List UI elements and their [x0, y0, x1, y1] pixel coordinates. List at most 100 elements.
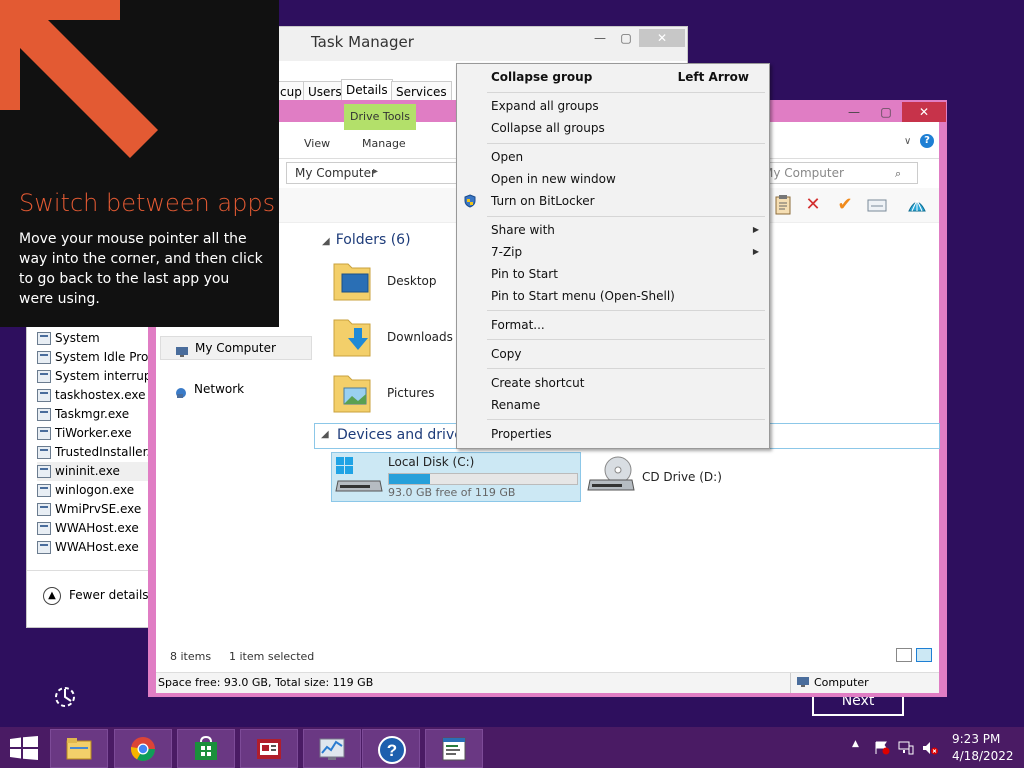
menu-separator [487, 143, 765, 144]
computer-icon [175, 343, 189, 357]
clipboard-icon[interactable] [772, 194, 794, 216]
mail-icon[interactable] [866, 194, 888, 216]
store-icon [195, 735, 217, 760]
process-icon [37, 522, 51, 535]
close-button[interactable]: ✕ [639, 29, 685, 47]
shortcut-label: Left Arrow [677, 70, 749, 84]
menu-item-collapse-group[interactable]: Collapse group Left Arrow [457, 66, 769, 88]
menu-item-properties[interactable]: Properties [457, 423, 769, 445]
process-icon [37, 484, 51, 497]
volume-muted-icon[interactable] [922, 741, 938, 758]
taskbar-file-explorer[interactable] [50, 729, 108, 768]
network-tray-icon[interactable] [898, 741, 914, 758]
touch-hint-icon [52, 684, 78, 710]
minimize-button[interactable]: — [587, 29, 613, 47]
tray-overflow-icon[interactable]: ▲ [852, 739, 859, 749]
menu-item-bitlocker[interactable]: Turn on BitLocker [457, 190, 769, 212]
menu-separator [487, 310, 765, 311]
maximize-button[interactable]: ▢ [870, 102, 902, 122]
corner-arrow-icon [0, 0, 158, 158]
folders-group-header[interactable]: ◢ Folders (6) [322, 232, 411, 248]
shell-icon[interactable] [906, 194, 928, 216]
tip-body: Move your mouse pointer all the way into… [19, 231, 263, 307]
minimize-button[interactable]: — [838, 102, 870, 122]
menu-separator [487, 216, 765, 217]
shield-icon [464, 194, 476, 208]
process-list: System System Idle Proce System interrup… [37, 329, 149, 557]
svg-text:?: ? [387, 741, 397, 760]
chevron-up-icon[interactable]: ▲ [43, 587, 61, 605]
news-icon [257, 739, 281, 759]
details-view-icon[interactable] [896, 648, 912, 662]
menu-item-create-shortcut[interactable]: Create shortcut [457, 372, 769, 394]
submenu-arrow-icon: ▶ [752, 247, 759, 256]
list-item[interactable]: WmiPrvSE.exe [37, 500, 149, 519]
tab-view[interactable]: View [304, 137, 330, 150]
close-button[interactable]: ✕ [902, 102, 946, 122]
breadcrumb[interactable]: My Computer [295, 166, 376, 180]
menu-item-format[interactable]: Format... [457, 314, 769, 336]
help-icon[interactable]: ? [920, 134, 934, 148]
location-type: Computer [814, 676, 869, 689]
checkmark-icon[interactable]: ✔ [834, 194, 856, 216]
list-item[interactable]: TiWorker.exe [37, 424, 149, 443]
list-item[interactable]: winlogon.exe [37, 481, 149, 500]
sidebar-item-network[interactable]: Network [160, 378, 244, 400]
folder-item-desktop[interactable]: Desktop [332, 256, 452, 308]
list-item[interactable]: WWAHost.exe [37, 538, 149, 557]
list-item[interactable]: taskhostex.exe [37, 386, 149, 405]
search-input[interactable]: My Computer ⌕ [756, 162, 918, 184]
drive-d-label: CD Drive (D:) [642, 470, 722, 484]
taskbar-help[interactable]: ? [362, 729, 420, 768]
tab-manage[interactable]: Manage [362, 137, 406, 150]
list-item[interactable]: System interrupts [37, 367, 149, 386]
tab-drive-tools[interactable]: Drive Tools [344, 104, 416, 130]
list-item[interactable]: TrustedInstaller.e [37, 443, 149, 462]
folder-item-pictures[interactable]: Pictures [332, 368, 452, 420]
menu-item-share-with[interactable]: Share with ▶ [457, 219, 769, 241]
task-manager-footer: ▲ Fewer details [27, 570, 149, 627]
menu-item-expand-all-groups[interactable]: Expand all groups [457, 95, 769, 117]
taskbar-notepad[interactable] [425, 729, 483, 768]
windows-logo-icon [10, 736, 38, 760]
large-icons-view-icon[interactable] [916, 648, 932, 662]
folder-item-downloads[interactable]: Downloads [332, 312, 453, 364]
list-item[interactable]: wininit.exe [37, 462, 149, 481]
list-item[interactable]: System Idle Proce [37, 348, 149, 367]
list-item[interactable]: WWAHost.exe [37, 519, 149, 538]
drive-item-d[interactable]: CD Drive (D:) [584, 452, 734, 500]
taskbar-store[interactable] [177, 729, 235, 768]
downloads-folder-icon [333, 319, 371, 357]
menu-item-rename[interactable]: Rename [457, 394, 769, 416]
help-icon: ? [378, 736, 406, 764]
taskbar-chrome[interactable] [114, 729, 172, 768]
fewer-details-button[interactable]: Fewer details [69, 588, 149, 602]
process-icon [37, 408, 51, 421]
drive-item-c[interactable]: Local Disk (C:) 93.0 GB free of 119 GB [331, 452, 581, 502]
menu-item-pin-to-start[interactable]: Pin to Start [457, 263, 769, 285]
taskbar-news[interactable] [240, 729, 298, 768]
menu-item-pin-to-start-menu[interactable]: Pin to Start menu (Open-Shell) [457, 285, 769, 307]
maximize-button[interactable]: ▢ [613, 29, 639, 47]
clock-time[interactable]: 9:23 PM [952, 732, 1000, 746]
taskbar-performance-monitor[interactable] [303, 729, 361, 768]
action-center-icon[interactable] [874, 741, 890, 758]
drive-usage-fill [389, 474, 430, 484]
delete-icon[interactable]: ✕ [802, 194, 824, 216]
start-button[interactable] [10, 736, 38, 763]
chevron-right-icon: ▸ [373, 166, 379, 177]
menu-item-open-new-window[interactable]: Open in new window [457, 168, 769, 190]
list-item[interactable]: System [37, 329, 149, 348]
menu-separator [487, 339, 765, 340]
menu-item-collapse-all-groups[interactable]: Collapse all groups [457, 117, 769, 139]
menu-item-7zip[interactable]: 7-Zip ▶ [457, 241, 769, 263]
process-icon [37, 370, 51, 383]
clock-date[interactable]: 4/18/2022 [952, 749, 1014, 763]
menu-item-open[interactable]: Open [457, 146, 769, 168]
folder-icon [66, 738, 92, 760]
chevron-down-icon[interactable]: ∨ [904, 136, 911, 147]
list-item[interactable]: Taskmgr.exe [37, 405, 149, 424]
taskbar: ? ▲ 9:23 PM 4/18/2022 [0, 727, 1024, 768]
menu-item-copy[interactable]: Copy [457, 343, 769, 365]
sidebar-item-my-computer[interactable]: My Computer [160, 336, 312, 360]
